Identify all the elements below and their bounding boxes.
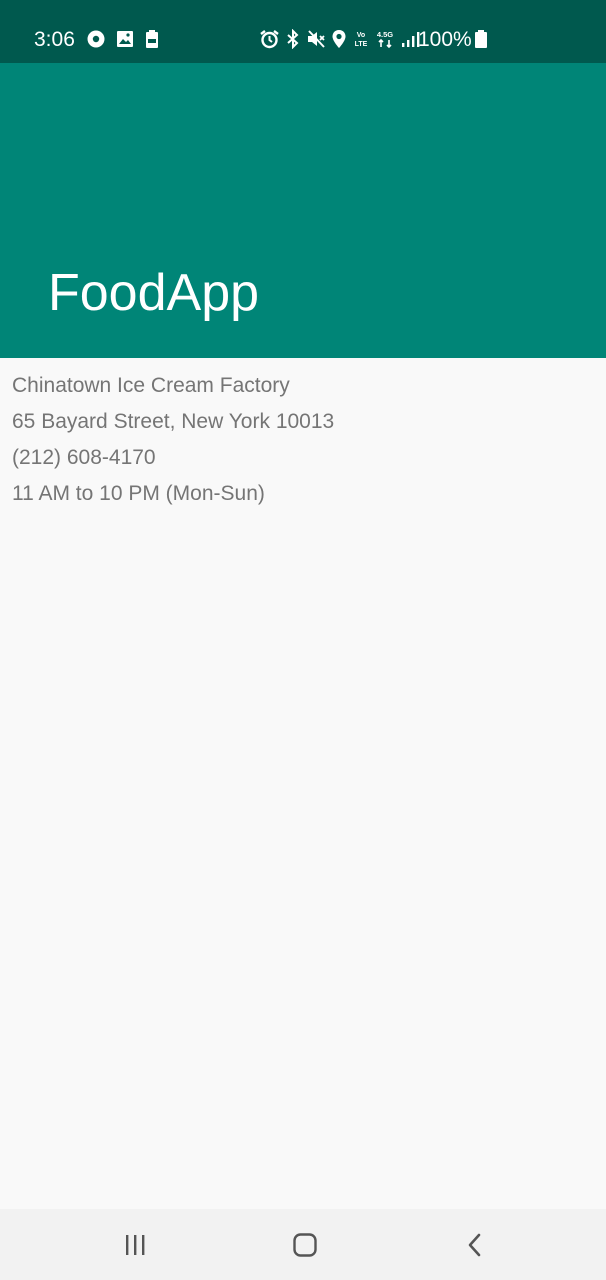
alarm-icon: [259, 29, 280, 49]
restaurant-phone: (212) 608-4170: [12, 446, 156, 469]
restaurant-details: Chinatown Ice Cream Factory 65 Bayard St…: [12, 368, 592, 512]
recent-apps-icon: [123, 1233, 147, 1257]
status-right-icons: Vo LTE 4.5G: [259, 29, 420, 49]
svg-text:Vo: Vo: [357, 32, 365, 39]
play-circle-icon: [86, 29, 106, 49]
status-left-icons: [86, 29, 160, 49]
home-button[interactable]: [255, 1209, 355, 1280]
image-icon: [115, 29, 135, 49]
volte-icon: Vo LTE: [352, 29, 370, 49]
back-icon: [465, 1232, 485, 1258]
mute-icon: [306, 29, 326, 49]
battery-icon: [474, 29, 488, 49]
recent-apps-button[interactable]: [85, 1209, 185, 1280]
home-icon: [292, 1232, 318, 1258]
status-bar: 3:06 Vo LTE 4.5G 100%: [0, 0, 606, 63]
restaurant-hours: 11 AM to 10 PM (Mon-Sun): [12, 482, 265, 505]
svg-text:LTE: LTE: [355, 41, 368, 48]
svg-text:4.5G: 4.5G: [377, 30, 393, 39]
4-5g-data-icon: 4.5G: [375, 29, 395, 49]
app-bar: FoodApp: [0, 63, 606, 358]
app-title: FoodApp: [48, 264, 260, 322]
location-icon: [331, 29, 347, 49]
restaurant-address: 65 Bayard Street, New York 10013: [12, 410, 335, 433]
battery-saver-icon: [144, 29, 160, 49]
back-button[interactable]: [425, 1209, 525, 1280]
navigation-bar: [0, 1209, 606, 1280]
battery-percent: 100%: [418, 28, 472, 51]
bluetooth-icon: [285, 29, 301, 49]
status-time: 3:06: [34, 28, 75, 51]
signal-icon: [400, 29, 420, 49]
restaurant-name: Chinatown Ice Cream Factory: [12, 374, 290, 397]
